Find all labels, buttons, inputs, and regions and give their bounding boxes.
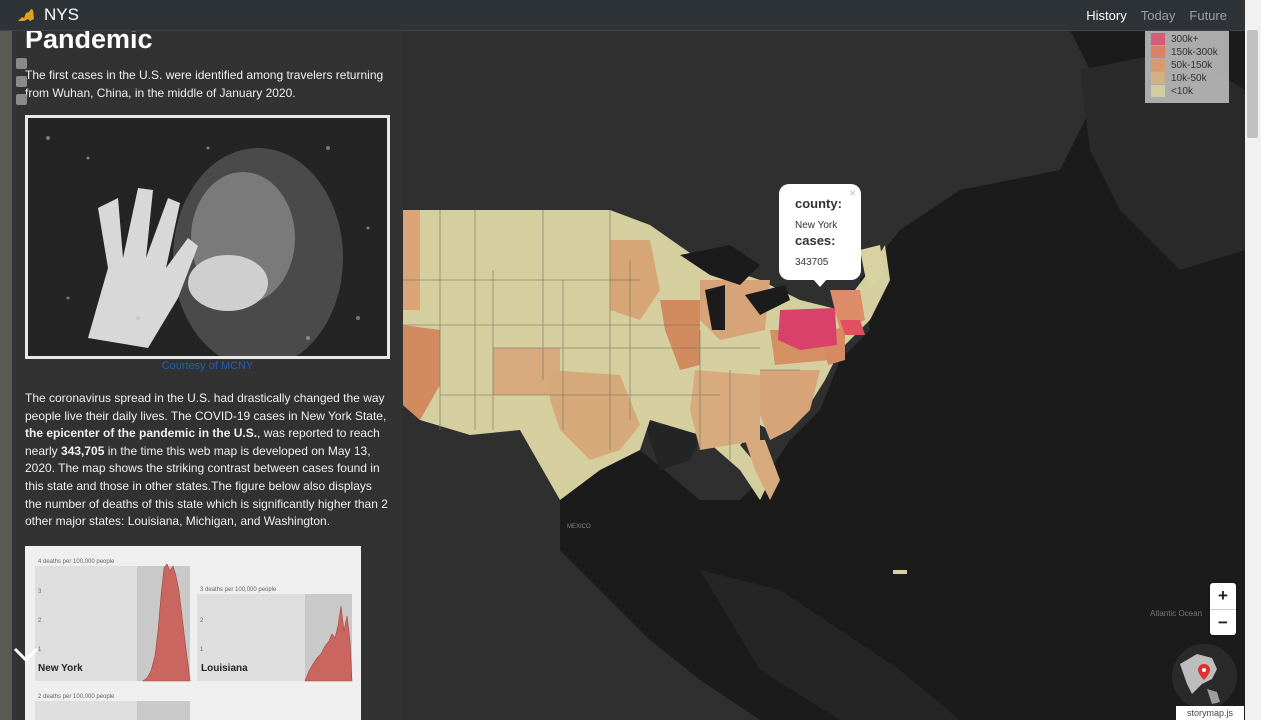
chart-la-ylabel: 3 deaths per 100,000 people [200,587,277,593]
body-text: The coronavirus spread in the U.S. had d… [25,390,390,531]
map-label-mexico: MEXICO [567,524,591,530]
popup-tip [812,278,828,287]
legend-item: 150k-300k [1151,46,1218,58]
new-york-state-logo-icon [18,9,34,21]
deaths-chart-figure: 4 deaths per 100,000 people 3 2 1 New Yo… [25,546,361,720]
zoom-in-button[interactable]: + [1210,583,1236,610]
legend-swatch [1151,46,1165,58]
close-icon[interactable]: × [849,186,856,200]
legend-swatch [1151,59,1165,71]
map-legend: 300k+ 150k-300k 50k-150k 10k-50k <10k [1145,30,1229,103]
legend-label: 50k-150k [1171,59,1213,71]
legend-swatch [1151,33,1165,45]
legend-label: <10k [1171,85,1193,97]
zoom-out-button[interactable]: − [1210,610,1236,636]
chart-ny-state: New York [38,663,83,674]
county-popup: × county: New York cases: 343705 [779,184,861,287]
globe-icon [1172,644,1236,708]
body-text-part: The coronavirus spread in the U.S. had d… [25,391,387,423]
panel-title: Pandemic [25,30,153,54]
scrollbar-thumb[interactable] [1247,30,1258,138]
chart-third-ylabel: 2 deaths per 100,000 people [38,694,115,700]
top-bar: NYS History Today Future [0,0,1245,31]
attribution-storymapjs[interactable]: storymap.js [1176,706,1244,720]
pandemic-photo [25,115,390,359]
photo-image [28,118,387,356]
popup-cases-value: 343705 [795,257,829,268]
top-nav: History Today Future [1086,8,1227,23]
legend-swatch [1151,72,1165,84]
zoom-control: + − [1210,583,1236,635]
legend-label: 150k-300k [1171,46,1218,58]
legend-label: 10k-50k [1171,72,1207,84]
popup-county-value: New York [795,220,838,231]
state-new-york[interactable] [778,308,837,350]
map-label-ocean: Atlantic Ocean [1150,609,1202,618]
legend-item: <10k [1151,85,1193,97]
page-margin [1261,0,1280,720]
legend-item: 300k+ [1151,33,1199,45]
popup-cases-label: cases: [795,233,836,248]
deaths-chart-image: 4 deaths per 100,000 people 3 2 1 New Yo… [25,546,361,720]
info-icon[interactable] [16,94,27,105]
body-text-cases: 343,705 [61,443,105,458]
twitter-icon[interactable] [16,76,27,87]
popup-county-label: county: [795,196,842,211]
brand-title: NYS [44,5,79,24]
photo-credit-link[interactable]: Courtesy of MCNY [12,360,403,372]
nav-history[interactable]: History [1086,8,1126,23]
legend-label: 300k+ [1171,33,1199,45]
social-share [16,58,28,112]
nav-today[interactable]: Today [1141,8,1176,23]
body-text-emphasis: the epicenter of the pandemic in the U.S… [25,426,258,441]
legend-item: 10k-50k [1151,72,1207,84]
legend-item: 50k-150k [1151,59,1212,71]
nav-future[interactable]: Future [1189,8,1227,23]
overview-globe[interactable] [1172,644,1237,709]
chart-la-state: Louisiana [201,663,248,674]
facebook-icon[interactable] [16,58,27,69]
chart-ny-ylabel: 4 deaths per 100,000 people [38,559,115,565]
legend-swatch [1151,85,1165,97]
panel-edge [0,30,12,720]
story-panel[interactable]: Pandemic The first cases in the U.S. wer… [12,30,403,720]
brand[interactable]: NYS [16,5,79,25]
intro-text: The first cases in the U.S. were identif… [25,68,384,100]
chevron-down-icon[interactable] [12,645,40,665]
